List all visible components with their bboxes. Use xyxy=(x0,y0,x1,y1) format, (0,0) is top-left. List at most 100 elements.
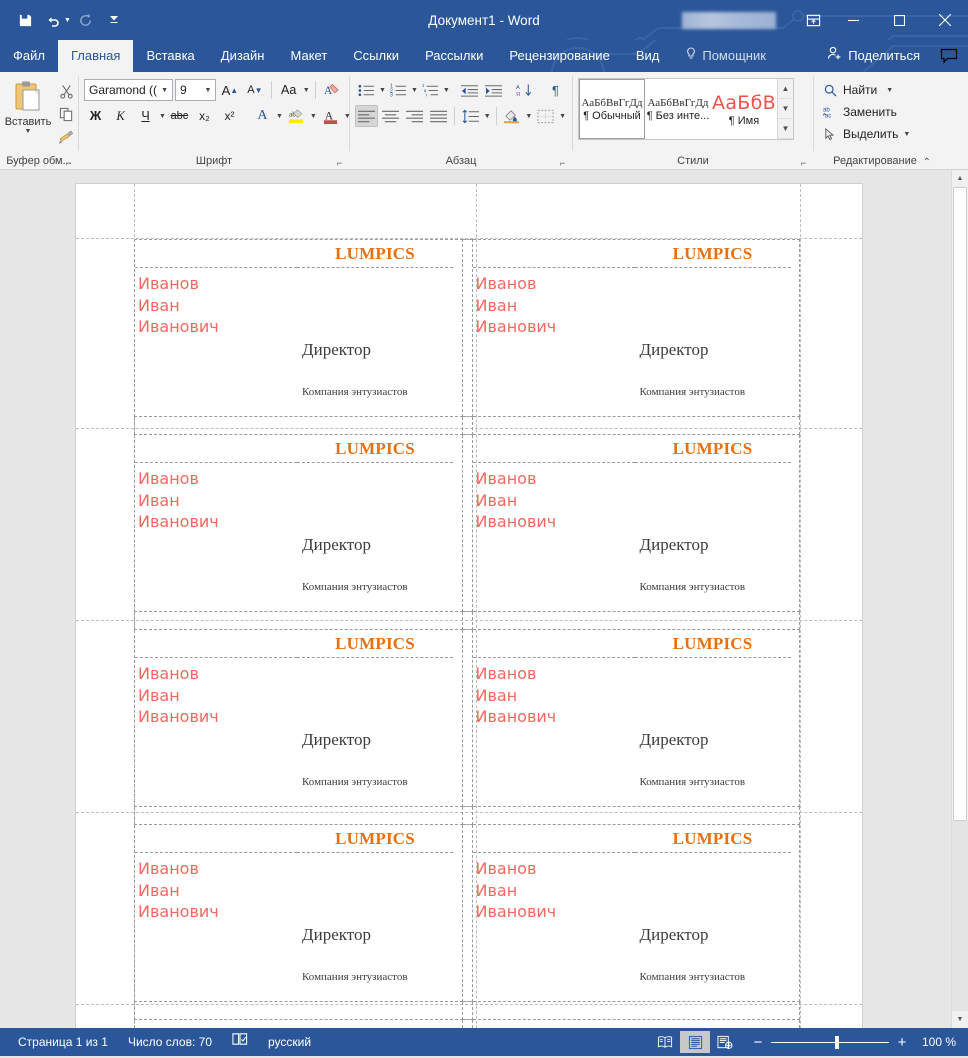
borders-caret[interactable]: ▼ xyxy=(558,113,567,120)
font-name-caret[interactable]: ▼ xyxy=(157,87,172,94)
close-button[interactable] xyxy=(922,0,968,40)
subscript-button[interactable]: x₂ xyxy=(193,105,216,127)
print-layout-view-button[interactable] xyxy=(680,1031,710,1053)
underline-button[interactable]: Ч xyxy=(134,105,157,127)
font-size-caret[interactable]: ▼ xyxy=(200,87,215,94)
ribbon-display-options-icon[interactable] xyxy=(796,0,830,40)
tab-file[interactable]: Файл xyxy=(0,40,58,72)
zoom-slider-handle[interactable] xyxy=(834,1035,839,1049)
business-card-cell[interactable]: ИвановИванИвановичLUMPICSДиректорКомпани… xyxy=(134,239,463,417)
decrease-indent-icon[interactable] xyxy=(458,79,481,101)
change-case-button[interactable]: Aa xyxy=(277,79,300,101)
scrollbar-thumb[interactable] xyxy=(953,187,967,822)
paragraph-dialog-launcher[interactable]: ⌐ xyxy=(557,157,568,168)
table-row[interactable]: ИвановИванИвановичLUMPICSДиректорКомпани… xyxy=(134,824,800,1002)
increase-indent-icon[interactable] xyxy=(482,79,505,101)
shrink-font-button[interactable]: A ▼ xyxy=(243,79,266,101)
align-right-icon[interactable] xyxy=(403,105,426,127)
bold-button[interactable]: Ж xyxy=(84,105,107,127)
tab-view[interactable]: Вид xyxy=(623,40,673,72)
styles-scroll-down-icon[interactable]: ▼ xyxy=(778,99,793,119)
styles-scroll-up-icon[interactable]: ▲ xyxy=(778,79,793,99)
zoom-control[interactable]: − + xyxy=(740,1035,916,1050)
minimize-button[interactable] xyxy=(830,0,876,40)
document-workspace[interactable]: Иванов Иван Иванович LUMPICS Директор Компани… xyxy=(0,170,968,1028)
tab-home[interactable]: Главная xyxy=(57,40,134,72)
font-name-combo[interactable]: Garamond (( ▼ xyxy=(84,79,174,101)
web-layout-view-button[interactable] xyxy=(710,1031,740,1053)
highlight-icon[interactable]: ab xyxy=(285,105,308,127)
undo-dropdown-caret[interactable]: ▼ xyxy=(64,17,71,24)
scroll-up-icon[interactable]: ▲ xyxy=(952,170,968,187)
highlight-caret[interactable]: ▼ xyxy=(310,113,317,120)
business-card-cell[interactable]: ИвановИванИвановичLUMPICSДиректорКомпани… xyxy=(134,1019,463,1028)
styles-gallery[interactable]: АаБбВвГгДд ¶ Обычный АаБбВвГгДд ¶ Без ин… xyxy=(578,78,794,140)
business-card-cell[interactable]: ИвановИванИвановичLUMPICSДиректорКомпани… xyxy=(134,824,463,1002)
find-caret[interactable]: ▼ xyxy=(886,87,893,94)
text-effects-icon[interactable]: A xyxy=(251,105,274,127)
text-effects-caret[interactable]: ▼ xyxy=(276,113,283,120)
bullets-icon[interactable] xyxy=(355,79,378,101)
business-card-cell[interactable]: ИвановИванИвановичLUMPICSДиректорКомпани… xyxy=(134,629,463,807)
style-item-normal[interactable]: АаБбВвГгДд ¶ Обычный xyxy=(579,79,645,139)
font-size-combo[interactable]: 9 ▼ xyxy=(175,79,217,101)
copy-icon[interactable] xyxy=(55,104,77,124)
styles-more-icon[interactable]: ▼ xyxy=(778,119,793,139)
language-indicator[interactable]: русский xyxy=(258,1028,321,1056)
business-card-cell[interactable]: ИвановИванИвановичLUMPICSДиректорКомпани… xyxy=(471,434,800,612)
tab-design[interactable]: Дизайн xyxy=(208,40,278,72)
word-count[interactable]: Число слов: 70 xyxy=(118,1028,222,1056)
scrollbar-track-remainder[interactable] xyxy=(952,821,968,1011)
formatting-marks-button[interactable]: ¶ xyxy=(544,79,567,101)
business-card-cell[interactable]: ИвановИванИвановичLUMPICSДиректорКомпани… xyxy=(471,1019,800,1028)
table-row[interactable]: ИвановИванИвановичLUMPICSДиректорКомпани… xyxy=(134,239,800,417)
replace-button[interactable]: ab ac Заменить xyxy=(819,102,913,122)
bullets-caret[interactable]: ▼ xyxy=(379,87,386,94)
strikethrough-button[interactable]: abc xyxy=(168,105,191,127)
quick-access-toolbar[interactable]: ▼ xyxy=(0,7,127,33)
tab-references[interactable]: Ссылки xyxy=(340,40,412,72)
save-icon[interactable] xyxy=(12,7,38,33)
find-button[interactable]: Найти ▼ xyxy=(819,80,913,100)
numbering-icon[interactable]: 123 xyxy=(387,79,410,101)
styles-dialog-launcher[interactable]: ⌐ xyxy=(798,157,809,168)
change-case-caret[interactable]: ▼ xyxy=(302,87,310,94)
clipboard-dialog-launcher[interactable]: ⌐ xyxy=(63,157,74,168)
table-row[interactable]: ИвановИванИвановичLUMPICSДиректорКомпани… xyxy=(134,629,800,807)
cut-icon[interactable] xyxy=(55,81,77,101)
underline-caret[interactable]: ▼ xyxy=(159,113,166,120)
shading-caret[interactable]: ▼ xyxy=(524,113,533,120)
format-painter-icon[interactable] xyxy=(55,127,77,147)
paste-dropdown-caret[interactable]: ▼ xyxy=(25,128,32,135)
align-left-icon[interactable] xyxy=(355,105,378,127)
styles-gallery-scrollbar[interactable]: ▲ ▼ ▼ xyxy=(777,79,793,139)
business-card-cell[interactable]: ИвановИванИвановичLUMPICSДиректорКомпани… xyxy=(134,434,463,612)
tab-layout[interactable]: Макет xyxy=(277,40,340,72)
tell-me-box[interactable]: Помощник xyxy=(672,40,779,72)
document-page[interactable]: Иванов Иван Иванович LUMPICS Директор Компани… xyxy=(76,184,862,1028)
business-card-cell[interactable]: ИвановИванИвановичLUMPICSДиректорКомпани… xyxy=(471,239,800,417)
clear-formatting-icon[interactable]: A xyxy=(321,79,344,101)
numbering-caret[interactable]: ▼ xyxy=(411,87,418,94)
zoom-out-button[interactable]: − xyxy=(752,1035,764,1050)
scroll-down-icon[interactable]: ▼ xyxy=(952,1011,968,1028)
share-button[interactable]: Поделиться xyxy=(817,40,930,72)
collapse-ribbon-icon[interactable]: ⌃ xyxy=(923,157,931,168)
line-spacing-icon[interactable] xyxy=(459,105,482,127)
business-card-cell[interactable]: ИвановИванИвановичLUMPICSДиректорКомпани… xyxy=(471,629,800,807)
font-dialog-launcher[interactable]: ⌐ xyxy=(334,157,345,168)
italic-button[interactable]: К xyxy=(109,105,132,127)
business-card-table[interactable]: Иванов Иван Иванович LUMPICS Директор Компани… xyxy=(134,239,800,1028)
table-row[interactable]: ИвановИванИвановичLUMPICSДиректорКомпани… xyxy=(134,1019,800,1028)
multilevel-list-icon[interactable]: 1ai xyxy=(419,79,442,101)
select-caret[interactable]: ▼ xyxy=(903,131,910,138)
business-card-cell[interactable]: ИвановИванИвановичLUMPICSДиректорКомпани… xyxy=(471,824,800,1002)
comments-icon[interactable] xyxy=(930,40,968,72)
redo-icon[interactable] xyxy=(73,7,99,33)
justify-icon[interactable] xyxy=(427,105,450,127)
style-item-name[interactable]: АаБбВ ¶ Имя xyxy=(711,79,777,139)
align-center-icon[interactable] xyxy=(379,105,402,127)
chevron-down-bar-icon[interactable] xyxy=(101,7,127,33)
line-spacing-caret[interactable]: ▼ xyxy=(483,113,492,120)
vertical-scrollbar[interactable]: ▲ ▼ xyxy=(951,170,968,1028)
